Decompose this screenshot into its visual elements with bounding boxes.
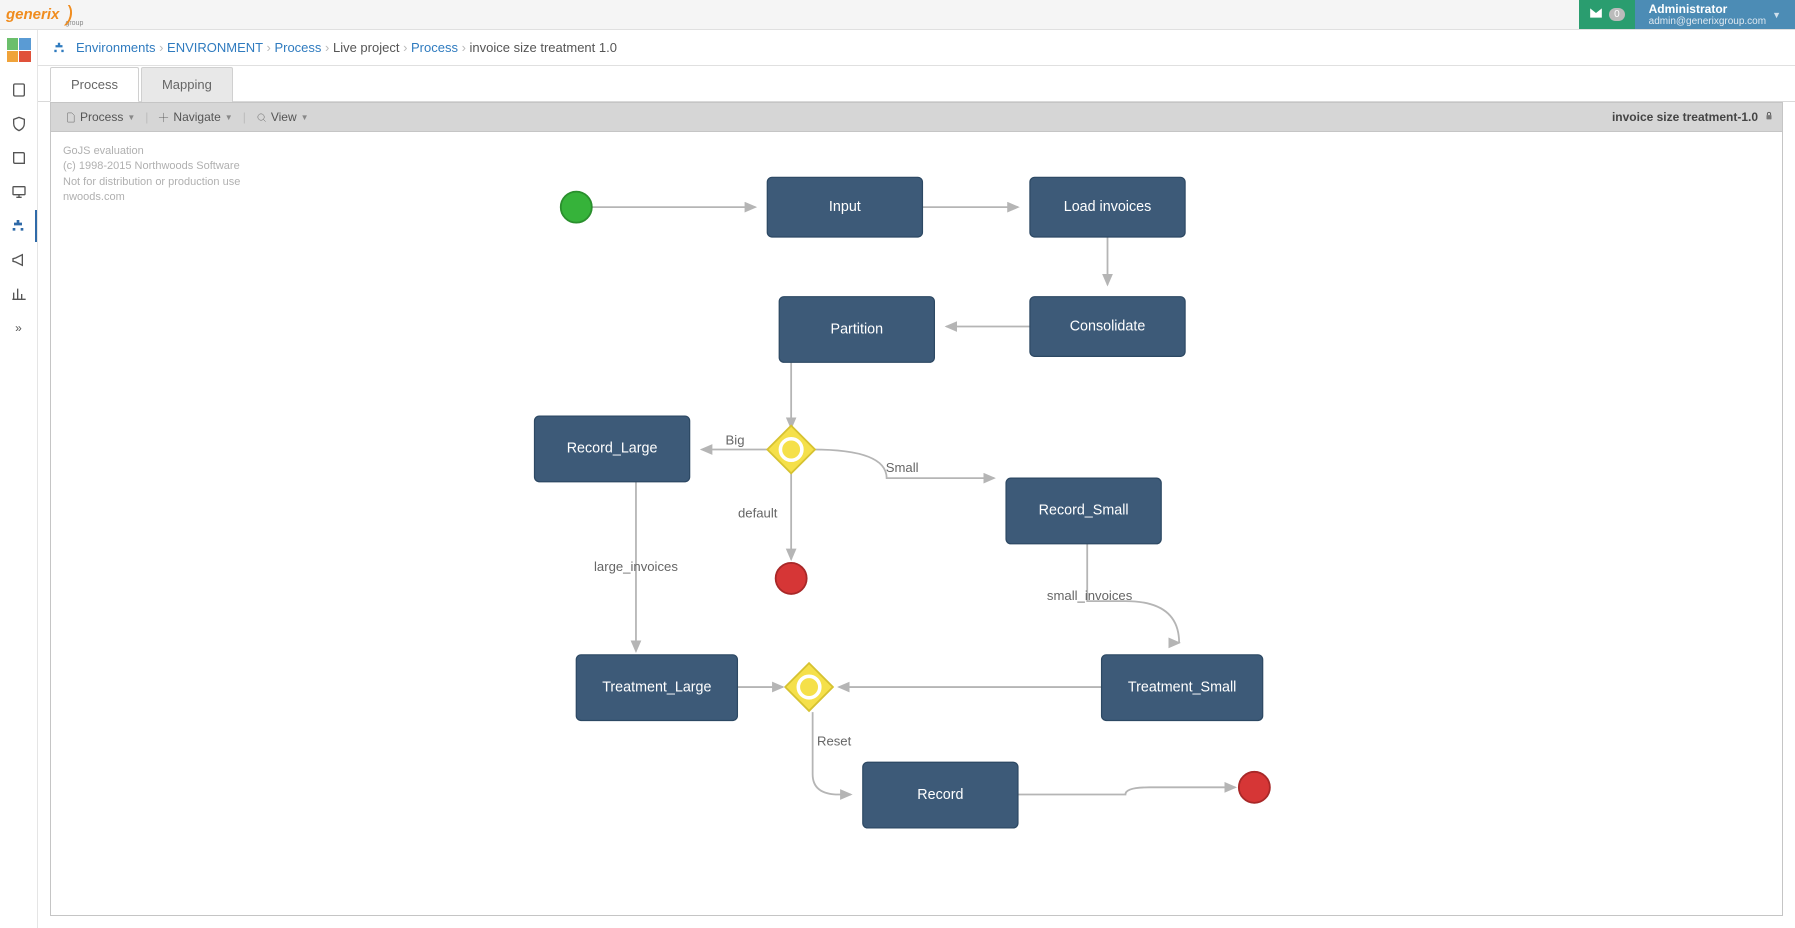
sidebar-item-megaphone[interactable]: [0, 244, 37, 276]
node-trt_large[interactable]: Treatment_Large: [576, 655, 737, 721]
svg-text:Treatment_Small: Treatment_Small: [1128, 679, 1236, 695]
svg-text:Consolidate: Consolidate: [1070, 318, 1146, 334]
svg-text:Record_Small: Record_Small: [1039, 503, 1129, 519]
toolbar: Process▼ | Navigate▼ | View▼ invoice siz…: [50, 102, 1783, 132]
tab-process[interactable]: Process: [50, 67, 139, 102]
breadcrumb: Environments › ENVIRONMENT › Process › L…: [38, 30, 1795, 66]
sidebar-item-monitor[interactable]: [0, 176, 37, 208]
user-menu[interactable]: Administrator admin@generixgroup.com ▼: [1635, 0, 1795, 29]
edge-label: Big: [726, 433, 745, 448]
node-gw1[interactable]: [767, 426, 815, 474]
node-end1[interactable]: [776, 563, 807, 594]
diagram-canvas[interactable]: GoJS evaluation (c) 1998-2015 Northwoods…: [50, 132, 1783, 916]
node-trt_small[interactable]: Treatment_Small: [1102, 655, 1263, 721]
svg-text:Record_Large: Record_Large: [567, 441, 658, 457]
sidebar-item-book[interactable]: [0, 142, 37, 174]
sidebar-item-shield[interactable]: [0, 108, 37, 140]
tab-row: Process Mapping: [38, 66, 1795, 102]
mail-icon: [1589, 6, 1603, 23]
mail-button[interactable]: 0: [1579, 0, 1635, 29]
breadcrumb-item[interactable]: ENVIRONMENT: [167, 40, 263, 55]
tab-mapping[interactable]: Mapping: [141, 67, 233, 102]
flow-edge: [813, 712, 851, 794]
user-name: Administrator: [1649, 2, 1766, 16]
sidebar-collapse[interactable]: »: [0, 312, 37, 344]
toolbar-view-menu[interactable]: View▼: [250, 107, 315, 127]
sitemap-icon: [52, 40, 66, 56]
sidebar-item-chart[interactable]: [0, 278, 37, 310]
node-consolidate[interactable]: Consolidate: [1030, 297, 1185, 357]
process-diagram: Big Small default large_invoices small_invoi…: [51, 132, 1782, 915]
svg-text:Treatment_Large: Treatment_Large: [602, 679, 711, 695]
edge-label: Reset: [817, 734, 852, 749]
sidebar-item-sitemap[interactable]: [0, 210, 37, 242]
node-record_large[interactable]: Record_Large: [534, 416, 689, 482]
breadcrumb-item: Live project: [333, 40, 399, 55]
sidebar: »: [0, 30, 38, 928]
apps-icon[interactable]: [7, 38, 31, 62]
watermark: GoJS evaluation (c) 1998-2015 Northwoods…: [63, 144, 240, 206]
sidebar-item-page[interactable]: [0, 74, 37, 106]
node-gw2[interactable]: [785, 663, 833, 711]
node-record[interactable]: Record: [863, 762, 1018, 828]
node-end2[interactable]: [1239, 772, 1270, 803]
svg-text:Input: Input: [829, 199, 861, 215]
toolbar-navigate-menu[interactable]: Navigate▼: [152, 107, 238, 127]
edge-label: Small: [886, 460, 919, 475]
chevron-down-icon: ▼: [1772, 10, 1781, 20]
svg-text:Partition: Partition: [831, 321, 884, 337]
toolbar-process-menu[interactable]: Process▼: [59, 107, 141, 127]
node-record_small[interactable]: Record_Small: [1006, 478, 1161, 544]
breadcrumb-item[interactable]: Process: [274, 40, 321, 55]
svg-text:Record: Record: [917, 787, 963, 803]
edge-label: large_invoices: [594, 559, 678, 574]
lock-icon: [1764, 110, 1774, 124]
mail-count-badge: 0: [1609, 8, 1625, 21]
node-start[interactable]: [561, 192, 592, 223]
node-partition[interactable]: Partition: [779, 297, 934, 363]
node-input[interactable]: Input: [767, 177, 922, 237]
user-email: admin@generixgroup.com: [1649, 16, 1766, 27]
breadcrumb-item[interactable]: Environments: [76, 40, 155, 55]
breadcrumb-item[interactable]: Process: [411, 40, 458, 55]
edge-label: small_invoices: [1047, 588, 1133, 603]
logo: generixgroup: [6, 6, 73, 23]
svg-text:Load invoices: Load invoices: [1064, 199, 1152, 215]
process-title: invoice size treatment-1.0: [1612, 110, 1758, 124]
edge-label: default: [738, 506, 778, 521]
flow-edge: [1018, 787, 1235, 794]
top-bar: generixgroup 0 Administrator admin@gener…: [0, 0, 1795, 30]
node-load[interactable]: Load invoices: [1030, 177, 1185, 237]
breadcrumb-item: invoice size treatment 1.0: [470, 40, 617, 55]
